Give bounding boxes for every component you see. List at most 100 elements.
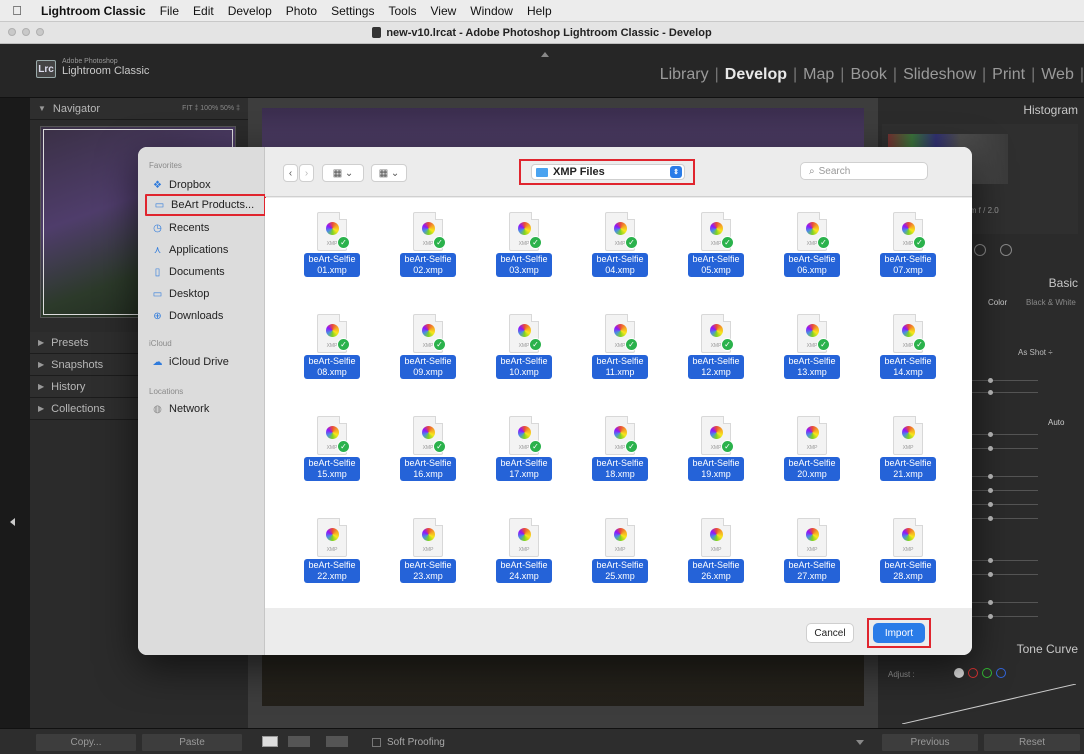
slider-thumb[interactable] bbox=[988, 600, 993, 605]
file-item[interactable]: XMP beArt-Selfie 25.xmp bbox=[577, 504, 667, 604]
file-item[interactable]: XMP ✓ beArt-Selfie 15.xmp bbox=[289, 402, 379, 502]
navigator-header[interactable]: ▼ Navigator FIT ‡ 100% 50% ‡ bbox=[30, 98, 248, 120]
slider-thumb[interactable] bbox=[988, 572, 993, 577]
file-item[interactable]: XMP ✓ beArt-Selfie 18.xmp bbox=[577, 402, 667, 502]
before-after-yy-icon[interactable] bbox=[326, 736, 348, 747]
soft-proofing-toggle[interactable]: Soft Proofing bbox=[372, 737, 445, 748]
file-item[interactable]: XMP ✓ beArt-Selfie 01.xmp bbox=[289, 198, 379, 298]
copy-button[interactable]: Copy... bbox=[36, 734, 136, 751]
zoom-window-button[interactable] bbox=[36, 28, 44, 36]
file-item[interactable]: XMP ✓ beArt-Selfie 05.xmp bbox=[673, 198, 763, 298]
menu-tools[interactable]: Tools bbox=[381, 4, 423, 18]
sidebar-item-downloads[interactable]: ⊕ Downloads bbox=[152, 308, 223, 324]
sidebar-item-beart-products[interactable]: ▭ BeArt Products... bbox=[145, 194, 266, 216]
file-item[interactable]: XMP beArt-Selfie 23.xmp bbox=[385, 504, 475, 604]
apple-menu-icon[interactable]:  bbox=[0, 3, 34, 18]
file-item[interactable]: XMP beArt-Selfie 21.xmp bbox=[865, 402, 955, 502]
curve-channel-blue-icon[interactable] bbox=[996, 668, 1006, 678]
file-item[interactable]: XMP ✓ beArt-Selfie 16.xmp bbox=[385, 402, 475, 502]
menu-develop[interactable]: Develop bbox=[221, 4, 279, 18]
back-button[interactable]: ‹ bbox=[283, 164, 298, 182]
soft-proofing-checkbox[interactable] bbox=[372, 738, 381, 747]
menu-edit[interactable]: Edit bbox=[186, 4, 221, 18]
file-item[interactable]: XMP ✓ beArt-Selfie 03.xmp bbox=[481, 198, 571, 298]
file-item[interactable]: XMP ✓ beArt-Selfie 09.xmp bbox=[385, 300, 475, 400]
menu-settings[interactable]: Settings bbox=[324, 4, 381, 18]
mask-tool-icon[interactable] bbox=[1000, 244, 1012, 256]
import-button[interactable]: Import bbox=[873, 623, 925, 643]
file-item[interactable]: XMP beArt-Selfie 24.xmp bbox=[481, 504, 571, 604]
color-treatment[interactable]: Color bbox=[988, 298, 1007, 307]
curve-channel-green-icon[interactable] bbox=[982, 668, 992, 678]
menu-photo[interactable]: Photo bbox=[279, 4, 324, 18]
auto-tone-button[interactable]: Auto bbox=[1048, 418, 1064, 427]
module-library[interactable]: Library bbox=[654, 66, 715, 84]
close-window-button[interactable] bbox=[8, 28, 16, 36]
file-item[interactable]: XMP beArt-Selfie 28.xmp bbox=[865, 504, 955, 604]
menu-help[interactable]: Help bbox=[520, 4, 559, 18]
file-item[interactable]: XMP ✓ beArt-Selfie 13.xmp bbox=[769, 300, 859, 400]
basic-header[interactable]: Basic bbox=[1049, 276, 1078, 290]
view-mode-button[interactable]: ▦ ⌄ bbox=[322, 164, 364, 182]
slider-thumb[interactable] bbox=[988, 488, 993, 493]
file-item[interactable]: XMP ✓ beArt-Selfie 07.xmp bbox=[865, 198, 955, 298]
tone-curve-header[interactable]: Tone Curve bbox=[1017, 642, 1078, 656]
file-item[interactable]: XMP ✓ beArt-Selfie 19.xmp bbox=[673, 402, 763, 502]
slider-thumb[interactable] bbox=[988, 516, 993, 521]
file-item[interactable]: XMP ✓ beArt-Selfie 02.xmp bbox=[385, 198, 475, 298]
sidebar-item-applications[interactable]: ⋏ Applications bbox=[152, 242, 229, 258]
path-selector[interactable]: XMP Files ⇕ bbox=[519, 159, 695, 185]
previous-button[interactable]: Previous bbox=[882, 734, 978, 751]
navigator-zoom[interactable]: FIT ‡ 100% 50% ‡ bbox=[182, 105, 240, 112]
sidebar-item-documents[interactable]: ▯ Documents bbox=[152, 264, 225, 280]
paste-button[interactable]: Paste bbox=[142, 734, 242, 751]
tone-curve-graph[interactable] bbox=[902, 684, 1076, 724]
slider-thumb[interactable] bbox=[988, 558, 993, 563]
file-item[interactable]: XMP ✓ beArt-Selfie 08.xmp bbox=[289, 300, 379, 400]
slider-thumb[interactable] bbox=[988, 390, 993, 395]
file-item[interactable]: XMP ✓ beArt-Selfie 06.xmp bbox=[769, 198, 859, 298]
menu-window[interactable]: Window bbox=[463, 4, 520, 18]
curve-channel-rgb-icon[interactable] bbox=[954, 668, 964, 678]
file-item[interactable]: XMP beArt-Selfie 20.xmp bbox=[769, 402, 859, 502]
minimize-window-button[interactable] bbox=[22, 28, 30, 36]
before-after-icon[interactable] bbox=[288, 736, 310, 747]
slider-thumb[interactable] bbox=[988, 474, 993, 479]
group-by-button[interactable]: ▦ ⌄ bbox=[371, 164, 407, 182]
sidebar-item-desktop[interactable]: ▭ Desktop bbox=[152, 286, 210, 302]
sidebar-item-icloud-drive[interactable]: ☁ iCloud Drive bbox=[152, 354, 229, 370]
module-slideshow[interactable]: Slideshow bbox=[897, 66, 982, 84]
file-item[interactable]: XMP ✓ beArt-Selfie 11.xmp bbox=[577, 300, 667, 400]
sidebar-item-recents[interactable]: ◷ Recents bbox=[152, 220, 209, 236]
menu-file[interactable]: File bbox=[153, 4, 186, 18]
slider-thumb[interactable] bbox=[988, 378, 993, 383]
white-balance-select[interactable]: As Shot ÷ bbox=[1018, 348, 1053, 357]
slider-thumb[interactable] bbox=[988, 446, 993, 451]
bw-treatment[interactable]: Black & White bbox=[1026, 298, 1076, 307]
cancel-button[interactable]: Cancel bbox=[806, 623, 854, 643]
module-web[interactable]: Web bbox=[1035, 66, 1080, 84]
module-print[interactable]: Print bbox=[986, 66, 1031, 84]
top-panel-toggle-icon[interactable] bbox=[541, 52, 549, 57]
file-item[interactable]: XMP ✓ beArt-Selfie 10.xmp bbox=[481, 300, 571, 400]
slider-thumb[interactable] bbox=[988, 614, 993, 619]
module-develop[interactable]: Develop bbox=[719, 66, 793, 84]
file-item[interactable]: XMP ✓ beArt-Selfie 12.xmp bbox=[673, 300, 763, 400]
toolbar-menu-icon[interactable] bbox=[856, 740, 864, 745]
search-input[interactable]: ⌕ Search bbox=[800, 162, 928, 180]
curve-channel-red-icon[interactable] bbox=[968, 668, 978, 678]
reset-button[interactable]: Reset bbox=[984, 734, 1080, 751]
file-item[interactable]: XMP beArt-Selfie 22.xmp bbox=[289, 504, 379, 604]
loupe-view-icon[interactable] bbox=[262, 736, 278, 747]
forward-button[interactable]: › bbox=[299, 164, 314, 182]
sidebar-item-network[interactable]: ◍ Network bbox=[152, 401, 209, 417]
histogram-header[interactable]: Histogram bbox=[1023, 103, 1078, 117]
file-item[interactable]: XMP ✓ beArt-Selfie 04.xmp bbox=[577, 198, 667, 298]
file-item[interactable]: XMP ✓ beArt-Selfie 14.xmp bbox=[865, 300, 955, 400]
module-book[interactable]: Book bbox=[844, 66, 892, 84]
slider-thumb[interactable] bbox=[988, 502, 993, 507]
module-map[interactable]: Map bbox=[797, 66, 840, 84]
path-popup[interactable]: XMP Files ⇕ bbox=[531, 164, 685, 180]
file-item[interactable]: XMP beArt-Selfie 26.xmp bbox=[673, 504, 763, 604]
sidebar-item-dropbox[interactable]: ❖ Dropbox bbox=[152, 177, 211, 193]
